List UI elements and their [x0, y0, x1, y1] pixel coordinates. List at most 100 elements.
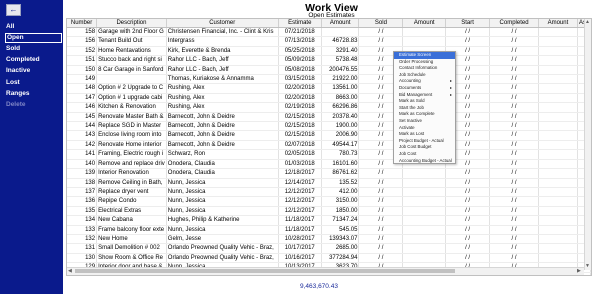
- table-cell: 151: [67, 55, 98, 66]
- table-cell: 140: [67, 159, 98, 170]
- table-cell: [538, 187, 578, 198]
- column-header[interactable]: Number: [67, 19, 98, 28]
- horizontal-scrollbar[interactable]: ◀ ▶: [67, 267, 584, 275]
- context-menu-item[interactable]: Order Processing: [394, 59, 455, 66]
- table-cell: [402, 206, 447, 217]
- context-menu-item[interactable]: Mark as Lost: [394, 131, 455, 138]
- horizontal-scroll-thumb[interactable]: [75, 269, 455, 273]
- scroll-right-icon[interactable]: ▶: [577, 268, 581, 274]
- table-row[interactable]: 146 Kitchen & Renovation Rushing, Alex 02/1…: [67, 102, 591, 113]
- table-row[interactable]: 143 Enclose living room into Barnecott, Jo…: [67, 130, 591, 141]
- table-cell: 135.52: [321, 178, 360, 188]
- sidebar-item-completed[interactable]: Completed: [5, 55, 60, 65]
- table-row[interactable]: 132 New Home Gelm, Jesse 10/28/2017 139343.0…: [67, 234, 591, 245]
- context-menu-item[interactable]: Set Inactive: [394, 118, 455, 125]
- table-row[interactable]: 136 Repipe Condo Nunn, Jessica 12/12/2017 31…: [67, 196, 591, 207]
- table-cell: Kitchen & Renovation: [96, 102, 167, 113]
- table-cell: Electrical Extras: [96, 206, 167, 217]
- table-row[interactable]: 139 Interior Renovation Onodera, Claudia 12…: [67, 168, 591, 179]
- table-row[interactable]: 149 Thomas, Kuriakose & Annamma 03/15/2018…: [67, 74, 591, 85]
- sidebar-item-open[interactable]: Open: [5, 33, 62, 43]
- context-menu-item[interactable]: Start the Job: [394, 105, 455, 112]
- column-header[interactable]: Customer: [166, 19, 279, 28]
- table-row[interactable]: 147 Option # 1 upgrade cabi Rushing, Alex 0…: [67, 93, 591, 104]
- table-row[interactable]: 148 Option # 2 Upgrade to C Rushing, Alex 0…: [67, 83, 591, 94]
- table-cell: 71347.24: [321, 215, 360, 226]
- table-cell: 21922.00: [321, 74, 360, 85]
- sidebar-item-sold[interactable]: Sold: [5, 44, 60, 54]
- table-cell: [538, 196, 578, 207]
- table-row[interactable]: 141 Framing, Electric rough i Schwarz, Ron…: [67, 149, 591, 160]
- column-header[interactable]: Amount: [402, 19, 447, 28]
- table-row[interactable]: 134 New Cabana Hughes, Philip & Katherine 1…: [67, 215, 591, 226]
- context-menu-item[interactable]: Contact Information: [394, 65, 455, 72]
- context-menu-item[interactable]: Job Schedule: [394, 72, 455, 79]
- sidebar-item-ranges[interactable]: Ranges: [5, 89, 60, 99]
- sidebar-item-lost[interactable]: Lost: [5, 78, 60, 88]
- table-cell: [538, 243, 578, 254]
- table-row[interactable]: 142 Renovate Home interior Barnecott, John…: [67, 140, 591, 151]
- context-menu-item[interactable]: Bid Management: [394, 92, 455, 99]
- vertical-scrollbar[interactable]: ▲ ▼: [584, 19, 591, 270]
- table-cell: [402, 253, 447, 264]
- table-cell: [538, 168, 578, 179]
- sidebar-item-delete[interactable]: Delete: [5, 100, 60, 110]
- table-cell: [538, 253, 578, 264]
- table-row[interactable]: 152 Home Rentavations Kirk, Everette & Bre…: [67, 46, 591, 57]
- table-cell: 02/15/2018: [278, 130, 322, 141]
- context-menu-item[interactable]: Accounting: [394, 78, 455, 85]
- table-row[interactable]: 137 Replace dryer vent Nunn, Jessica 12/12/…: [67, 187, 591, 198]
- table-cell: / /: [489, 225, 539, 235]
- context-menu-item[interactable]: Job Cost Budget: [394, 144, 455, 151]
- table-cell: Renovate Home interior: [96, 140, 167, 151]
- table-row[interactable]: 158 Garage with 2nd Floor G Christensen Fi…: [67, 27, 591, 38]
- table-row[interactable]: 150 8 Car Garage in Sanford Rahor LLC - Ba…: [67, 65, 591, 76]
- context-menu-item[interactable]: Job Cost: [394, 151, 455, 158]
- column-header[interactable]: Start: [445, 19, 491, 28]
- column-header[interactable]: Amount: [321, 19, 360, 28]
- sidebar-item-inactive[interactable]: Inactive: [5, 66, 60, 76]
- table-cell: [96, 74, 167, 85]
- table-cell: / /: [445, 243, 491, 254]
- table-cell: 05/09/2018: [278, 55, 322, 66]
- back-arrow-icon[interactable]: ←: [6, 4, 21, 16]
- column-header[interactable]: Description: [96, 19, 167, 28]
- context-menu-item[interactable]: Mark as Complete: [394, 111, 455, 118]
- table-cell: New Cabana: [96, 215, 167, 226]
- table-row[interactable]: 140 Remove and replace driv Onodera, Claud…: [67, 159, 591, 170]
- table-cell: 780.73: [321, 149, 360, 160]
- table-cell: / /: [358, 243, 404, 254]
- table-row[interactable]: 138 Remove Ceiling in Bath, Nunn, Jessica 1…: [67, 178, 591, 188]
- context-menu-item[interactable]: Accounting Budget - Actual: [394, 158, 455, 165]
- table-row[interactable]: 133 Frame balcony floor exte Nunn, Jessica…: [67, 225, 591, 235]
- table-row[interactable]: 130 Show Room & Office Re Orlando Preowned…: [67, 253, 591, 264]
- table-cell: 10/16/2017: [278, 253, 322, 264]
- table-row[interactable]: 135 Electrical Extras Nunn, Jessica 12/12/2…: [67, 206, 591, 217]
- table-cell: [538, 36, 578, 47]
- scroll-up-icon[interactable]: ▲: [585, 19, 590, 25]
- context-menu-item[interactable]: Activate: [394, 125, 455, 132]
- table-row[interactable]: 131 Small Demolition # 002 Orlando Preowne…: [67, 243, 591, 254]
- context-menu-item[interactable]: Documents: [394, 85, 455, 92]
- column-header[interactable]: Amount: [538, 19, 578, 28]
- context-menu-item[interactable]: Mark as Sold: [394, 98, 455, 105]
- context-menu-item[interactable]: Project Budget - Actual: [394, 138, 455, 145]
- table-cell: [402, 27, 447, 38]
- table-row[interactable]: 144 Replace SGD in Master Barnecott, John …: [67, 121, 591, 132]
- table-cell: Kirk, Everette & Brenda: [166, 46, 279, 57]
- table-cell: / /: [445, 168, 491, 179]
- sidebar-item-all[interactable]: All: [5, 22, 60, 32]
- table-row[interactable]: 145 Renovate Master Bath & Barnecott, John…: [67, 112, 591, 123]
- table-row[interactable]: 156 Tenant Build Out Intergrass 07/13/2018 4…: [67, 36, 591, 47]
- table-cell: Garage with 2nd Floor G: [96, 27, 167, 38]
- table-row[interactable]: 151 Stucco back and right si Rahor LLC - B…: [67, 55, 591, 66]
- table-cell: 12/12/2017: [278, 206, 322, 217]
- column-header[interactable]: Completed: [489, 19, 539, 28]
- context-menu-item[interactable]: Estimate Screen: [394, 52, 455, 59]
- column-header[interactable]: Estimate: [278, 19, 322, 28]
- table-cell: / /: [489, 206, 539, 217]
- column-header[interactable]: Sold: [358, 19, 404, 28]
- scroll-down-icon[interactable]: ▼: [585, 263, 590, 269]
- table-cell: 3150.00: [321, 196, 360, 207]
- scroll-left-icon[interactable]: ◀: [68, 268, 72, 274]
